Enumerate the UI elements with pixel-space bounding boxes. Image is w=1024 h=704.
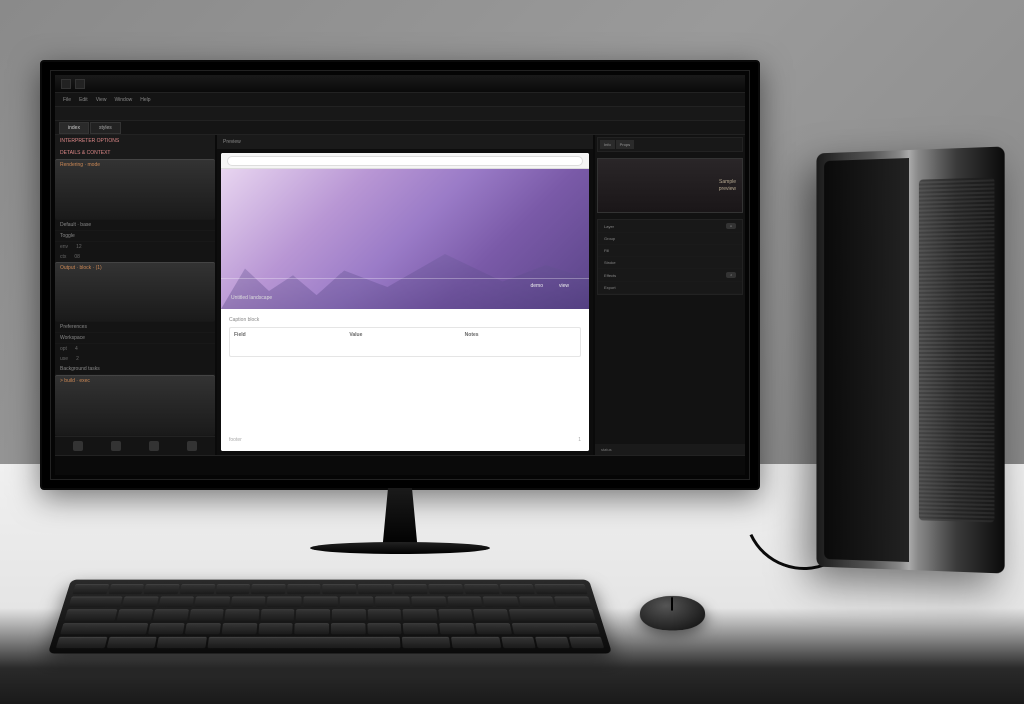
preview-text: preview [719,186,736,193]
hero-image: Untitled landscape demo view [221,169,589,309]
table-row: ctx08 [55,252,215,262]
panel-icon[interactable] [111,441,121,451]
list-item[interactable]: Background tasks [55,364,215,375]
monitor-base [310,542,490,554]
preview-text: Sample [719,179,736,186]
list-item[interactable]: Workspace [55,333,215,344]
side-tab[interactable]: Info [600,140,615,149]
list-item[interactable]: Default · base [55,220,215,231]
side-tab[interactable]: Props [616,140,634,149]
menu-item[interactable]: View [96,97,107,103]
section-header: Output · block · (1) [55,262,215,323]
menu-item[interactable]: Edit [79,97,88,103]
command-line[interactable]: > build · exec [55,375,215,436]
left-panel: INTERPRETER OPTIONS DETAILS & CONTEXT Re… [55,135,215,455]
list-item[interactable]: Group [598,233,742,245]
list-item[interactable]: Export [598,282,742,294]
panel-footer-icons [55,436,215,455]
center-panel: Preview Untitled landscape dem [217,135,593,455]
list-item[interactable]: Effects2 [598,269,742,282]
caption: Caption block [229,317,581,323]
chip[interactable]: view [559,283,569,289]
tabstrip: index styles [55,121,745,135]
panel-icon[interactable] [187,441,197,451]
list-item[interactable]: Stroke [598,257,742,269]
browser-preview: Untitled landscape demo view Caption blo… [221,153,589,451]
panel-icon[interactable] [73,441,83,451]
right-footer: status [595,444,745,455]
right-panel: Info Props Sample preview LayerA Group F… [595,135,745,455]
toolbar [55,107,745,121]
table-row: opt4 [55,344,215,354]
menu-item[interactable]: Window [114,97,132,103]
list-item[interactable]: Fill [598,245,742,257]
pc-tower [816,146,1004,573]
mountain-shape [301,254,589,309]
tab[interactable]: styles [90,122,121,134]
form-block: Field Value Notes [229,327,581,357]
right-section: Info Props [597,137,743,152]
wave-line [221,278,589,279]
hero-subtext: Untitled landscape [231,295,272,301]
footer-right: 1 [578,437,581,443]
thumbnail-preview: Sample preview [597,158,743,213]
monitor: File Edit View Window Help index styles … [40,60,760,490]
center-header: Preview [217,135,593,149]
center-title: Preview [223,139,241,145]
hero-chips: demo view [530,283,569,289]
list-item[interactable]: Preferences [55,322,215,333]
screen: File Edit View Window Help index styles … [55,75,745,475]
list-item[interactable]: LayerA [598,220,742,233]
keyboard [48,580,612,654]
window-titlebar[interactable] [55,75,745,93]
panel-subheader: DETAILS & CONTEXT [55,147,215,159]
workspace: INTERPRETER OPTIONS DETAILS & CONTEXT Re… [55,135,745,455]
menu-item[interactable]: Help [140,97,150,103]
form-header: Notes [465,332,576,338]
panel-icon[interactable] [149,441,159,451]
tab[interactable]: index [59,122,89,134]
table-row: use2 [55,354,215,364]
content-footer: footer 1 [229,437,581,443]
form-header: Field [234,332,345,338]
menubar: File Edit View Window Help [55,93,745,107]
menu-item[interactable]: File [63,97,71,103]
panel-header: INTERPRETER OPTIONS [55,135,215,147]
footer-left: footer [229,437,242,443]
page-content: Caption block Field Value Notes footer 1 [221,309,589,451]
statusbar [55,455,745,475]
url-input[interactable] [227,156,583,166]
table-row: env12 [55,242,215,252]
mouse [639,596,706,631]
window-control-icon[interactable] [75,79,85,89]
monitor-bezel: File Edit View Window Help index styles … [50,70,750,480]
window-control-icon[interactable] [61,79,71,89]
list-item[interactable]: Rendering · mode [55,159,215,220]
form-header: Value [349,332,460,338]
chip[interactable]: demo [530,283,543,289]
url-bar [221,153,589,169]
list-item[interactable]: Toggle [55,231,215,242]
properties-list: LayerA Group Fill Stroke Effects2 Export [597,219,743,295]
